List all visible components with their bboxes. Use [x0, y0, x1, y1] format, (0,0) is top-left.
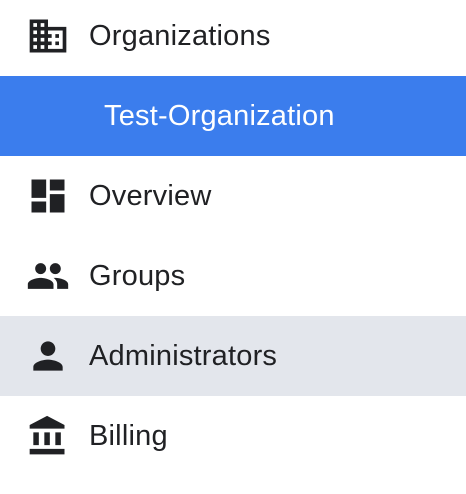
sidebar-item-label: Billing — [89, 419, 168, 452]
person-icon — [26, 334, 70, 378]
people-icon — [26, 254, 70, 298]
sidebar-item-label: Administrators — [89, 339, 278, 372]
sidebar-item-label: Organizations — [89, 19, 271, 52]
sidebar-item-test-organization[interactable]: Test-Organization — [0, 76, 466, 156]
sidebar-item-groups[interactable]: Groups — [0, 236, 466, 316]
sidebar-item-label: Overview — [89, 179, 212, 212]
sidebar-item-organizations[interactable]: Organizations — [0, 0, 466, 76]
domain-icon — [26, 14, 70, 58]
sidebar-item-billing[interactable]: Billing — [0, 396, 466, 476]
sidebar-item-label: Test-Organization — [104, 99, 335, 132]
bank-icon — [26, 414, 70, 458]
sidebar-nav: Organizations Test-Organization Overview… — [0, 0, 466, 494]
dashboard-icon — [26, 174, 70, 218]
sidebar-item-overview[interactable]: Overview — [0, 156, 466, 236]
sidebar-item-administrators[interactable]: Administrators — [0, 316, 466, 396]
sidebar-item-label: Groups — [89, 259, 186, 292]
